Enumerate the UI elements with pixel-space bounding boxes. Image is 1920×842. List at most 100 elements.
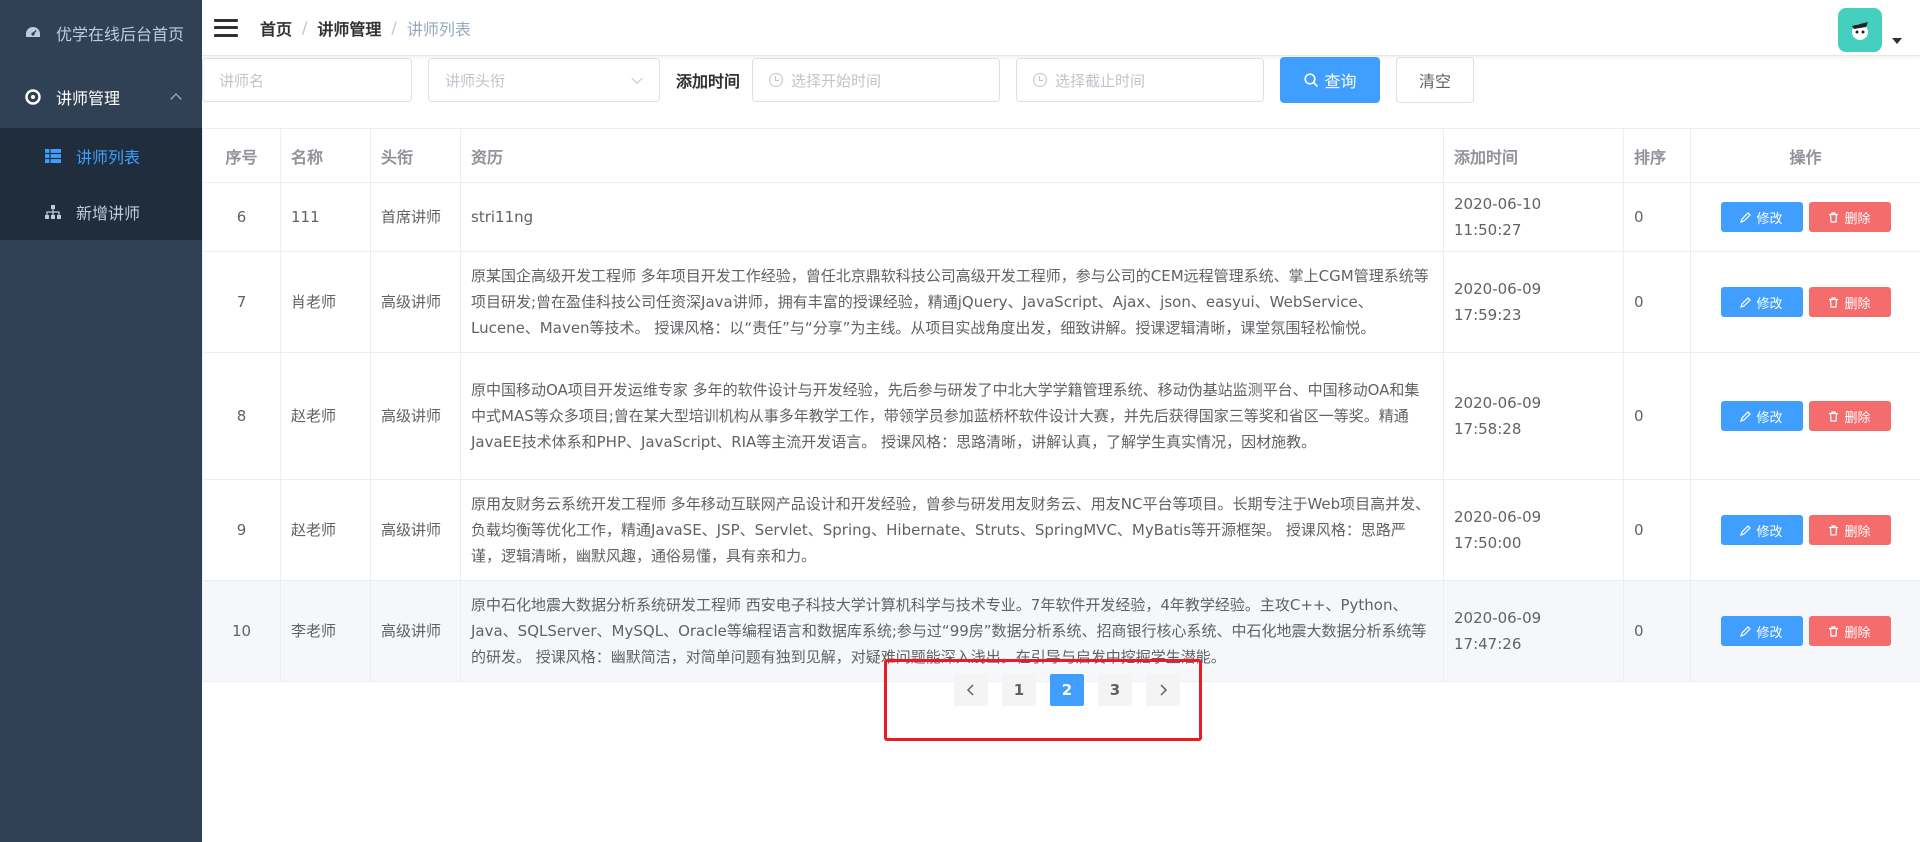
edit-icon — [1740, 211, 1752, 223]
teacher-title-select[interactable]: 讲师头衔 — [428, 58, 660, 102]
delete-icon — [1829, 524, 1839, 536]
delete-icon — [1829, 211, 1839, 223]
cell-intro: 原中国移动OA项目开发运维专家 多年的软件设计与开发经验，先后参与研发了中北大学… — [460, 352, 1444, 480]
cell-name: 肖老师 — [280, 251, 371, 353]
search-icon — [1303, 72, 1318, 87]
cell-time: 2020-06-10 11:50:27 — [1443, 182, 1624, 252]
col-header-actions: 操作 — [1690, 128, 1920, 183]
delete-button[interactable]: 删除 — [1808, 202, 1891, 232]
cell-no: 8 — [202, 352, 281, 480]
chevron-down-icon[interactable] — [1892, 38, 1902, 44]
breadcrumb-home[interactable]: 首页 — [260, 16, 292, 40]
cell-sort: 0 — [1623, 251, 1691, 353]
sidebar-item-home[interactable]: 优学在线后台首页 — [0, 0, 202, 66]
cell-no: 9 — [202, 479, 281, 581]
col-header-intro: 资历 — [460, 128, 1444, 183]
teacher-group-icon — [24, 88, 42, 106]
cell-actions: 修改 删除 — [1690, 479, 1920, 581]
cell-actions: 修改 删除 — [1690, 352, 1920, 480]
table-row: 7 肖老师 高级讲师 原某国企高级开发工程师 多年项目开发工作经验，曾任北京鼎软… — [202, 251, 1920, 353]
app: 优学在线后台首页 讲师管理 讲师列表 新增讲师 首页 / 讲师管理 / 讲师列表… — [0, 0, 1920, 842]
navbar: 首页 / 讲师管理 / 讲师列表 — [202, 0, 1920, 56]
teacher-name-input[interactable]: 讲师名 — [202, 58, 412, 102]
col-header-no: 序号 — [202, 128, 281, 183]
filter-bar: 讲师名 讲师头衔 添加时间 选择开始时间 选择截止时间 查询 清空 — [202, 56, 1475, 104]
cell-intro: stri11ng — [460, 182, 1444, 252]
edit-button[interactable]: 修改 — [1720, 287, 1803, 317]
clock-icon — [1033, 73, 1048, 87]
start-time-picker[interactable]: 选择开始时间 — [752, 58, 1001, 102]
edit-icon — [1740, 524, 1752, 536]
delete-button[interactable]: 删除 — [1808, 287, 1891, 317]
cell-intro: 原用友财务云系统开发工程师 多年移动互联网产品设计和开发经验，曾参与研发用友财务… — [460, 479, 1444, 581]
avatar[interactable] — [1838, 8, 1882, 52]
table-icon — [44, 147, 62, 165]
col-header-sort: 排序 — [1623, 128, 1691, 183]
cell-title: 首席讲师 — [370, 182, 461, 252]
cell-name: 李老师 — [280, 580, 371, 682]
col-header-title: 头衔 — [370, 128, 461, 183]
edit-icon — [1740, 410, 1752, 422]
edit-button[interactable]: 修改 — [1720, 202, 1803, 232]
cell-time: 2020-06-09 17:59:23 — [1443, 251, 1624, 353]
sidebar-item-label: 讲师列表 — [76, 148, 141, 167]
delete-button[interactable]: 删除 — [1808, 616, 1891, 646]
cell-no: 7 — [202, 251, 281, 353]
sidebar-home-label: 优学在线后台首页 — [56, 25, 185, 44]
cell-title: 高级讲师 — [370, 251, 461, 353]
edit-icon — [1740, 625, 1752, 637]
sidebar-submenu: 讲师列表 新增讲师 — [0, 128, 202, 240]
cell-name: 赵老师 — [280, 352, 371, 480]
breadcrumb-teacher-manage[interactable]: 讲师管理 — [317, 16, 381, 40]
dashboard-icon — [24, 24, 42, 42]
edit-button[interactable]: 修改 — [1720, 401, 1803, 431]
edit-button[interactable]: 修改 — [1720, 616, 1803, 646]
cell-no: 10 — [202, 580, 281, 682]
cell-time: 2020-06-09 17:47:26 — [1443, 580, 1624, 682]
cell-title: 高级讲师 — [370, 580, 461, 682]
cell-name: 赵老师 — [280, 479, 371, 581]
add-time-label: 添加时间 — [676, 72, 741, 91]
cell-no: 6 — [202, 182, 281, 252]
delete-button[interactable]: 删除 — [1808, 401, 1891, 431]
clock-icon — [769, 73, 784, 87]
table-row: 8 赵老师 高级讲师 原中国移动OA项目开发运维专家 多年的软件设计与开发经验，… — [202, 352, 1920, 480]
delete-icon — [1829, 410, 1839, 422]
cell-actions: 修改 删除 — [1690, 182, 1920, 252]
col-header-name: 名称 — [280, 128, 371, 183]
table-row: 9 赵老师 高级讲师 原用友财务云系统开发工程师 多年移动互联网产品设计和开发经… — [202, 479, 1920, 581]
edit-icon — [1740, 296, 1752, 308]
breadcrumb-teacher-list: 讲师列表 — [406, 19, 471, 39]
delete-icon — [1829, 625, 1839, 637]
cell-title: 高级讲师 — [370, 352, 461, 480]
annotation-highlight-box — [884, 659, 1202, 741]
delete-button[interactable]: 删除 — [1808, 515, 1891, 545]
clear-button[interactable]: 清空 — [1396, 57, 1475, 103]
cell-actions: 修改 删除 — [1690, 580, 1920, 682]
hamburger-icon[interactable] — [214, 18, 238, 37]
query-button[interactable]: 查询 — [1280, 57, 1381, 103]
cell-intro: 原某国企高级开发工程师 多年项目开发工作经验，曾任北京鼎软科技公司高级开发工程师… — [460, 251, 1444, 353]
cell-title: 高级讲师 — [370, 479, 461, 581]
delete-icon — [1829, 296, 1839, 308]
breadcrumb: 首页 / 讲师管理 / 讲师列表 — [260, 16, 471, 40]
sidebar-item-add-teacher[interactable]: 新增讲师 — [0, 184, 202, 240]
cell-time: 2020-06-09 17:58:28 — [1443, 352, 1624, 480]
table-row: 6 111 首席讲师 stri11ng 2020-06-10 11:50:27 … — [202, 182, 1920, 252]
avatar-icon — [1852, 22, 1868, 40]
table-header-row: 序号 名称 头衔 资历 添加时间 排序 操作 — [202, 128, 1920, 183]
edit-button[interactable]: 修改 — [1720, 515, 1803, 545]
sidebar-group-teacher[interactable]: 讲师管理 — [0, 66, 202, 128]
sidebar-item-teacher-list[interactable]: 讲师列表 — [0, 128, 202, 184]
sidebar-item-label: 新增讲师 — [76, 204, 141, 223]
sidebar: 优学在线后台首页 讲师管理 讲师列表 新增讲师 — [0, 0, 202, 842]
chevron-down-icon — [631, 72, 643, 85]
cell-sort: 0 — [1623, 182, 1691, 252]
sidebar-group-label: 讲师管理 — [56, 89, 121, 108]
end-time-picker[interactable]: 选择截止时间 — [1016, 58, 1265, 102]
cell-actions: 修改 删除 — [1690, 251, 1920, 353]
col-header-time: 添加时间 — [1443, 128, 1624, 183]
tree-icon — [44, 203, 62, 221]
cell-sort: 0 — [1623, 352, 1691, 480]
teacher-table: 序号 名称 头衔 资历 添加时间 排序 操作 6 111 首席讲师 stri11… — [202, 128, 1920, 682]
